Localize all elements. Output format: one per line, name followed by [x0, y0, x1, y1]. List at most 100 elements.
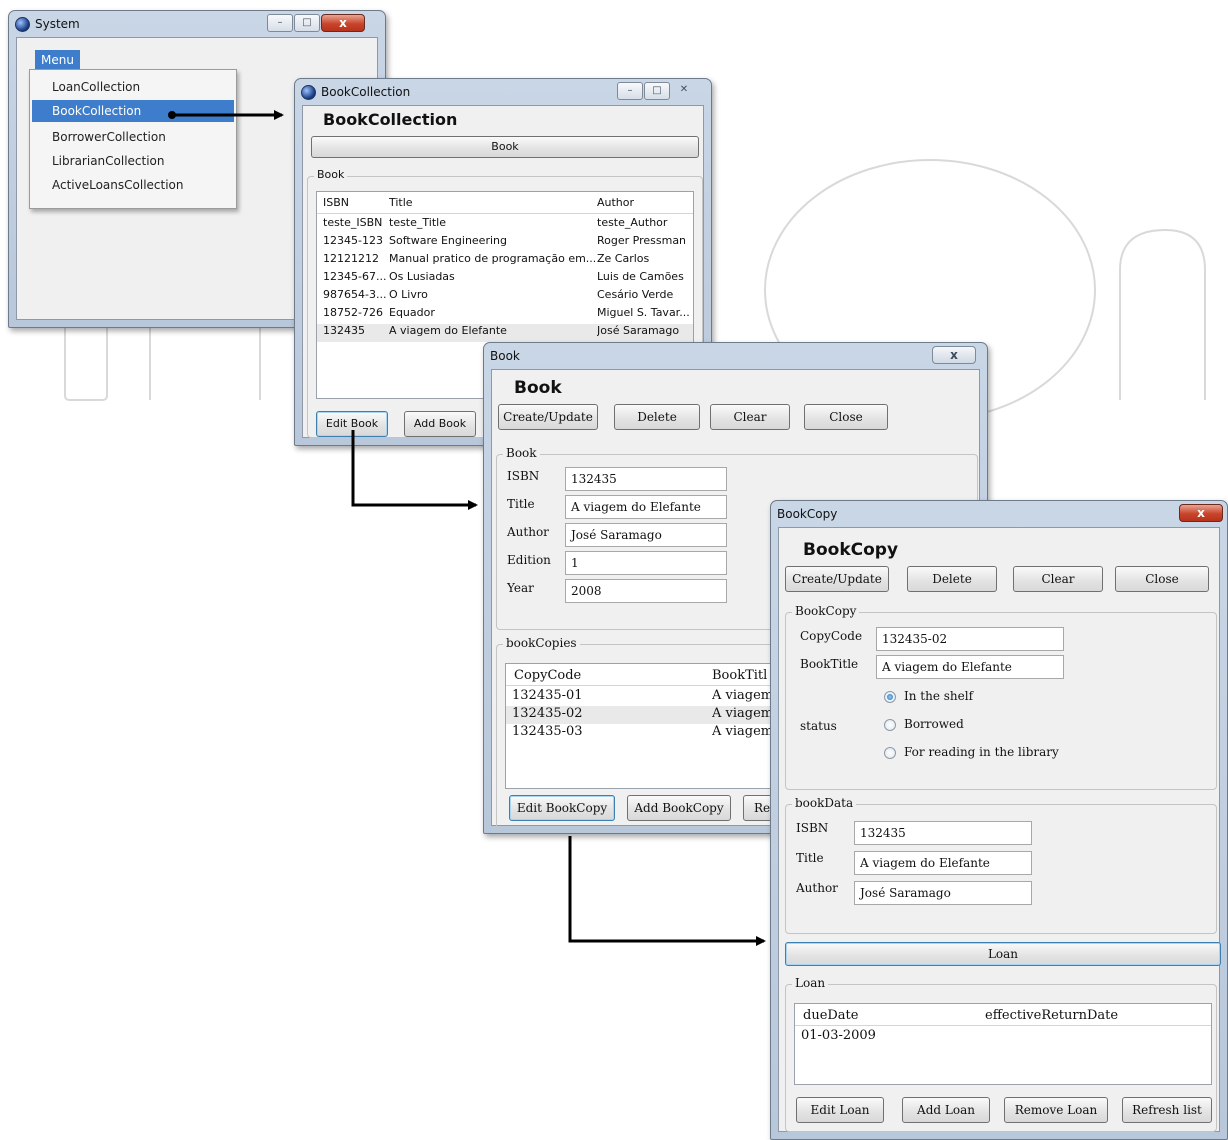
title-label: Title: [507, 497, 535, 511]
author-field[interactable]: José Saramago: [565, 523, 727, 547]
close-button[interactable]: Close: [1115, 566, 1209, 592]
refresh-list-button[interactable]: Refresh list: [1122, 1097, 1212, 1123]
window-title: BookCopy: [777, 507, 838, 521]
cell-title: A viagem do Elefante: [389, 324, 507, 337]
edition-field[interactable]: 1: [565, 551, 727, 575]
table-row[interactable]: teste_ISBN teste_Title teste_Author: [317, 216, 693, 234]
close-icon[interactable]: x: [1179, 504, 1223, 522]
loan-button[interactable]: Loan: [785, 942, 1221, 966]
column-header-copycode[interactable]: CopyCode: [514, 668, 581, 683]
minimize-icon[interactable]: –: [617, 82, 643, 100]
close-icon[interactable]: ✕: [671, 82, 697, 100]
table-row-selected[interactable]: 132435 A viagem do Elefante José Saramag…: [317, 324, 693, 342]
bookcopy-titlebar[interactable]: BookCopy: [771, 501, 1227, 527]
group-label: Book: [314, 168, 348, 181]
cell-title: Equador: [389, 306, 435, 319]
copycode-label: CopyCode: [800, 629, 863, 643]
close-icon[interactable]: x: [932, 346, 976, 364]
column-header-title[interactable]: Title: [389, 196, 413, 209]
title-field[interactable]: A viagem do Elefante: [565, 495, 727, 519]
table-row[interactable]: 18752-726 Equador Miguel S. Tavar...: [317, 306, 693, 324]
book-button[interactable]: Book: [311, 136, 699, 158]
menu-item-activeloanscollection[interactable]: ActiveLoansCollection: [32, 174, 234, 196]
isbn-field[interactable]: 132435: [854, 821, 1032, 845]
cell-author: Miguel S. Tavar...: [597, 306, 690, 319]
author-field[interactable]: José Saramago: [854, 881, 1032, 905]
cell-title: Software Engineering: [389, 234, 507, 247]
table-row[interactable]: 12345-123 Software Engineering Roger Pre…: [317, 234, 693, 252]
status-option-label: Borrowed: [904, 717, 964, 731]
close-icon[interactable]: x: [321, 14, 365, 32]
isbn-label: ISBN: [796, 821, 829, 835]
edit-bookcopy-button[interactable]: Edit BookCopy: [509, 795, 615, 821]
app-globe-icon: [301, 84, 316, 100]
create-update-button[interactable]: Create/Update: [785, 566, 889, 592]
window-title: System: [35, 17, 80, 31]
menu-item-borrowercollection[interactable]: BorrowerCollection: [32, 126, 234, 148]
booktitle-field[interactable]: A viagem do Elefante: [876, 655, 1064, 679]
cell-isbn: teste_ISBN: [323, 216, 383, 229]
window-controls: – □: [267, 14, 320, 32]
status-radio-borrowed[interactable]: [884, 719, 896, 731]
edit-book-button[interactable]: Edit Book: [316, 411, 388, 437]
menu-button[interactable]: Menu: [35, 50, 80, 70]
cell-author: Roger Pressman: [597, 234, 687, 247]
copycode-field[interactable]: 132435-02: [876, 627, 1064, 651]
status-radio-reading[interactable]: [884, 747, 896, 759]
edit-loan-button[interactable]: Edit Loan: [796, 1097, 884, 1123]
table-row[interactable]: 987654-3... O Livro Cesário Verde: [317, 288, 693, 306]
bookdata-group: bookData ISBN 132435 Title A viagem do E…: [785, 796, 1217, 934]
bookcopy-body: BookCopy Create/Update Delete Clear Clos…: [778, 527, 1221, 1132]
remove-loan-button[interactable]: Remove Loan: [1004, 1097, 1108, 1123]
add-bookcopy-button[interactable]: Add BookCopy: [627, 795, 731, 821]
group-label: Loan: [792, 976, 829, 990]
table-header: ISBN Title Author: [317, 192, 693, 214]
column-header-booktitle[interactable]: BookTitl: [712, 668, 767, 683]
status-label: status: [800, 719, 837, 733]
cell-booktitle: A viagem: [712, 724, 774, 739]
bookcopy-group: BookCopy CopyCode 132435-02 BookTitle A …: [785, 604, 1217, 790]
column-header-isbn[interactable]: ISBN: [323, 196, 349, 209]
add-book-button[interactable]: Add Book: [404, 411, 476, 437]
clear-button[interactable]: Clear: [1013, 566, 1103, 592]
table-row[interactable]: 01-03-2009: [795, 1028, 1211, 1046]
loans-table[interactable]: dueDate effectiveReturnDate 01-03-2009: [794, 1003, 1212, 1085]
cell-title: Os Lusiadas: [389, 270, 455, 283]
clear-button[interactable]: Clear: [710, 404, 790, 430]
cell-copycode: 132435-03: [512, 724, 583, 739]
group-label: BookCopy: [792, 604, 860, 618]
cell-author: José Saramago: [597, 324, 680, 337]
menu-item-bookcollection[interactable]: BookCollection: [32, 100, 234, 122]
status-radio-in-shelf[interactable]: [884, 691, 896, 703]
loan-group: Loan dueDate effectiveReturnDate 01-03-2…: [785, 976, 1217, 1132]
menu-item-loancollection[interactable]: LoanCollection: [32, 76, 234, 98]
cell-isbn: 18752-726: [323, 306, 383, 319]
group-label: bookData: [792, 796, 857, 810]
table-row[interactable]: 12121212 Manual pratico de programação e…: [317, 252, 693, 270]
window-title: Book: [490, 349, 520, 363]
maximize-icon[interactable]: □: [644, 82, 670, 100]
year-field[interactable]: 2008: [565, 579, 727, 603]
cell-author: Cesário Verde: [597, 288, 674, 301]
minimize-icon[interactable]: –: [267, 14, 293, 32]
title-field[interactable]: A viagem do Elefante: [854, 851, 1032, 875]
menu-item-librariancollection[interactable]: LibrarianCollection: [32, 150, 234, 172]
group-label: bookCopies: [503, 636, 580, 650]
arrow-to-bookcopy-icon: [568, 836, 766, 946]
column-header-author[interactable]: Author: [597, 196, 634, 209]
column-header-effectivereturndate[interactable]: effectiveReturnDate: [985, 1008, 1118, 1023]
delete-button[interactable]: Delete: [907, 566, 997, 592]
close-button[interactable]: Close: [804, 404, 888, 430]
maximize-icon[interactable]: □: [294, 14, 320, 32]
cell-title: teste_Title: [389, 216, 446, 229]
delete-button[interactable]: Delete: [614, 404, 700, 430]
cell-author: teste_Author: [597, 216, 668, 229]
column-header-duedate[interactable]: dueDate: [803, 1008, 858, 1023]
table-row[interactable]: 12345-67... Os Lusiadas Luis de Camões: [317, 270, 693, 288]
add-loan-button[interactable]: Add Loan: [902, 1097, 990, 1123]
page-title: BookCollection: [323, 110, 458, 129]
book-titlebar[interactable]: Book: [484, 343, 987, 369]
page-title: Book: [514, 378, 562, 398]
isbn-field[interactable]: 132435: [565, 467, 727, 491]
create-update-button[interactable]: Create/Update: [498, 404, 598, 430]
